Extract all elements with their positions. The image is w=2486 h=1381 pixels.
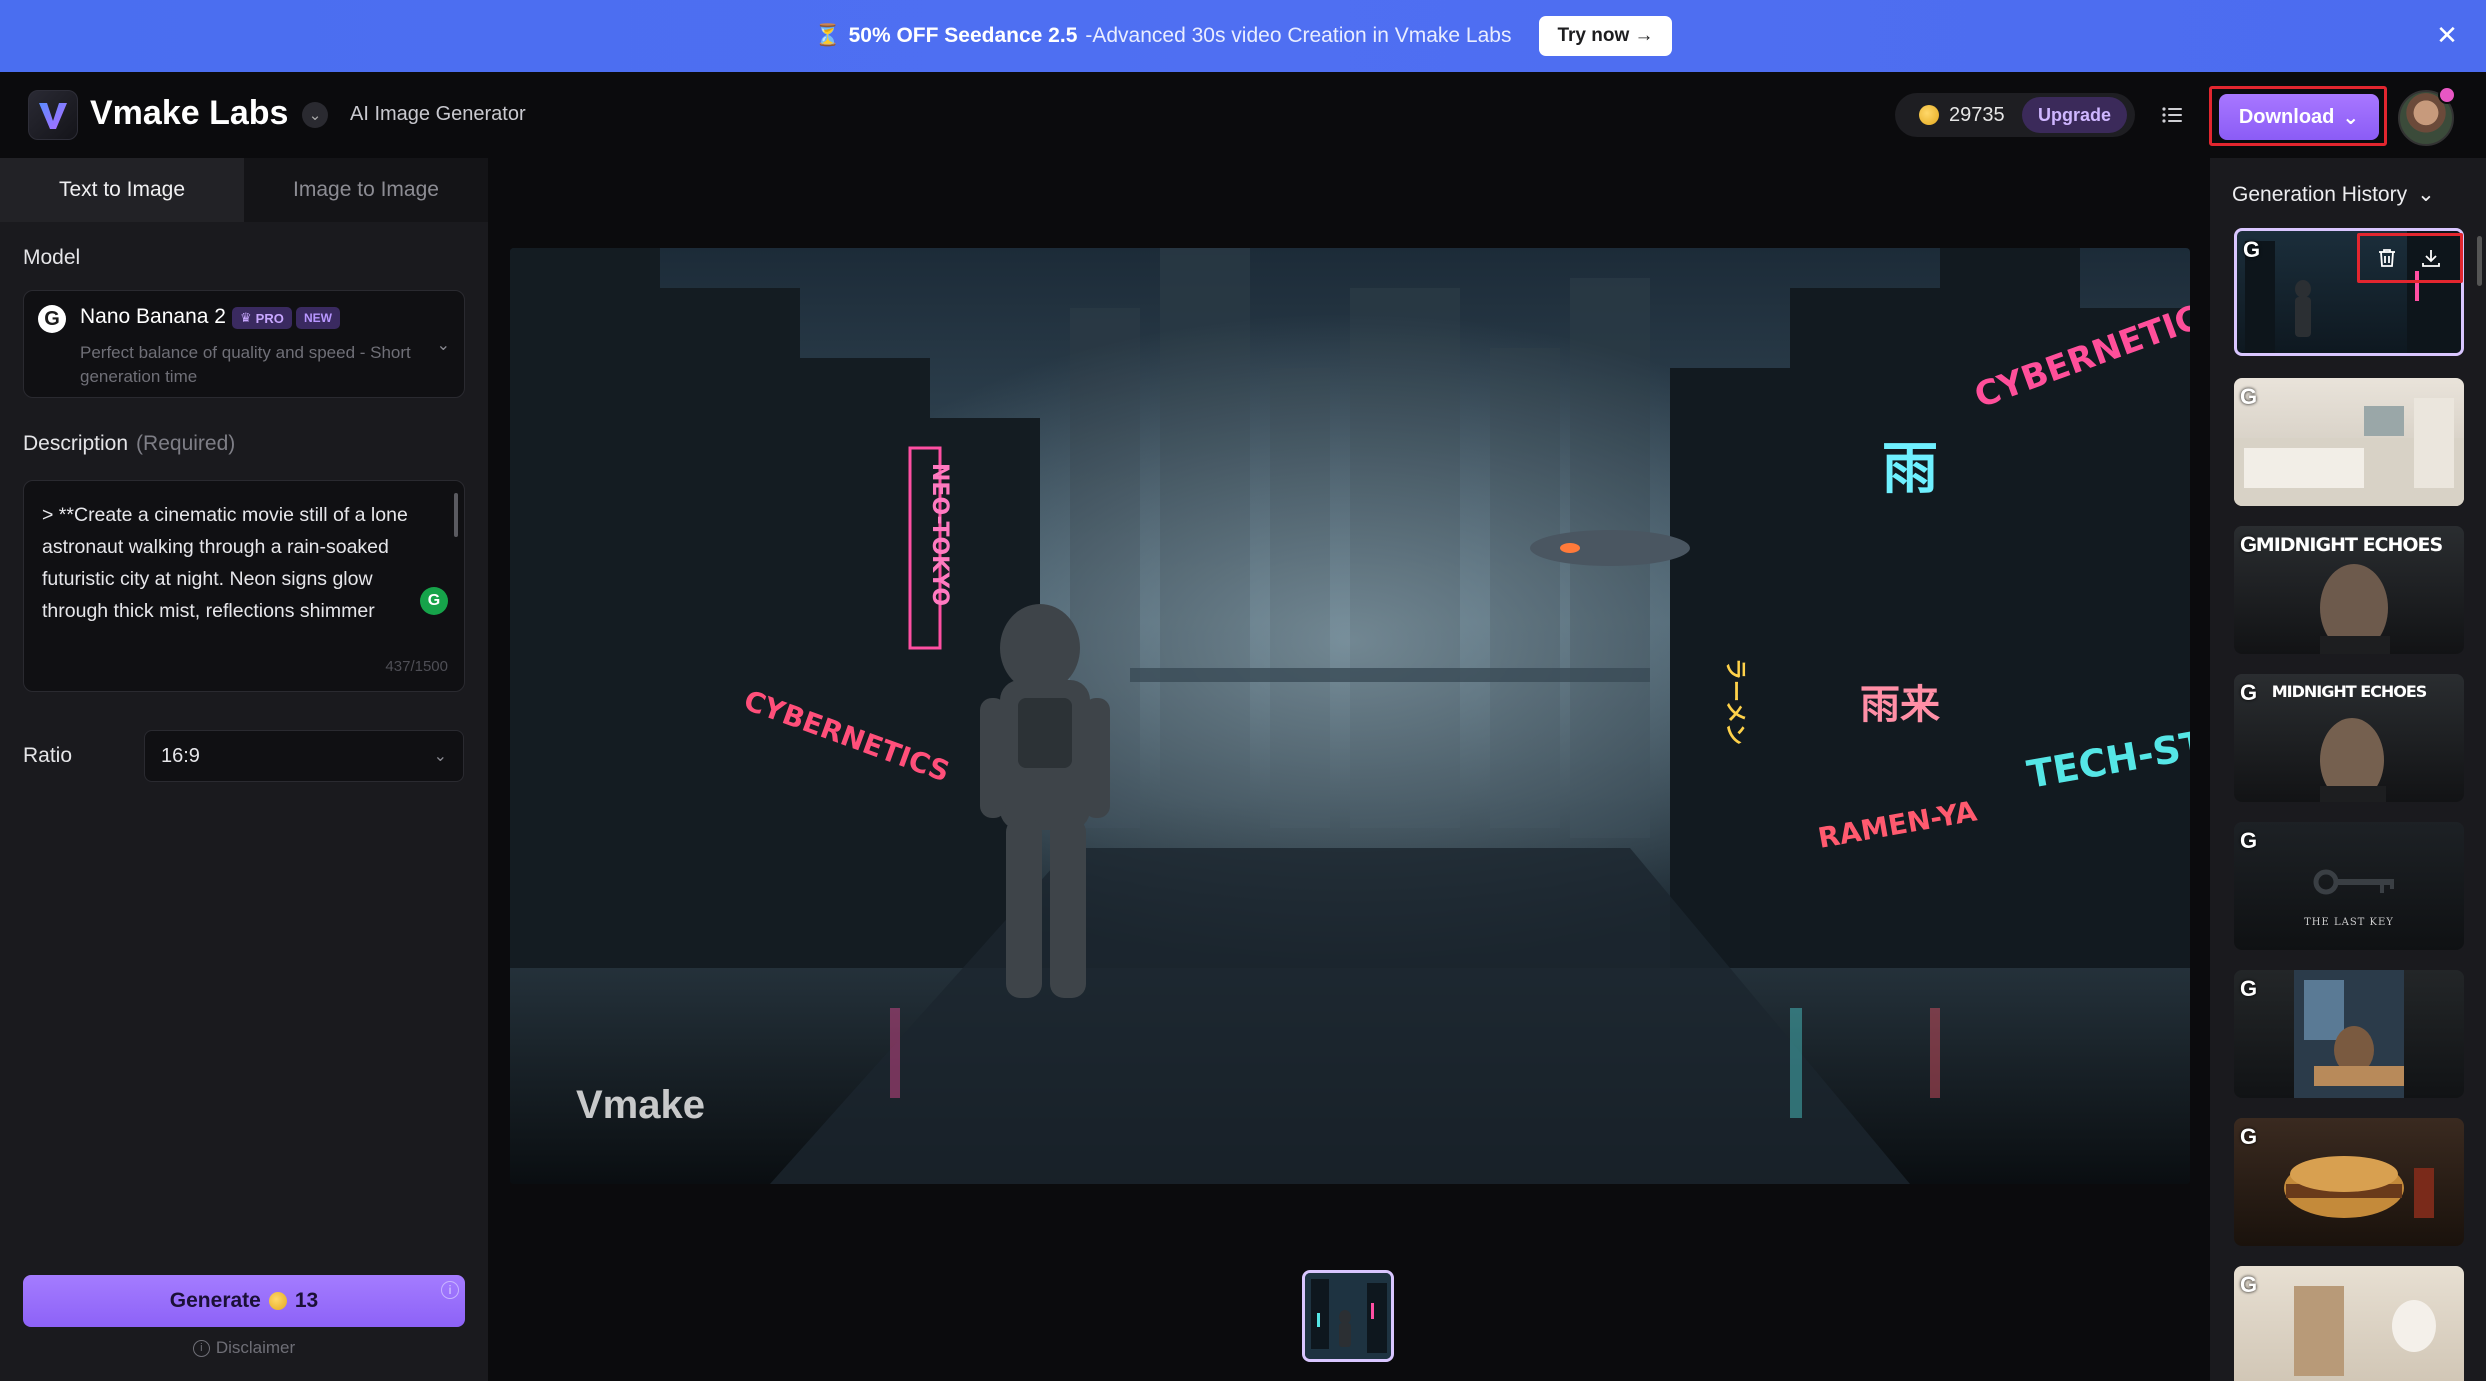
history-item[interactable]: G [2234,378,2464,506]
ratio-select[interactable]: 16:9 ⌄ [144,730,464,782]
promo-highlight: 50% OFF Seedance 2.5 [848,24,1078,47]
info-icon[interactable]: i [441,1281,459,1299]
cyberpunk-city-image: NEO-TOKYO CYBERNETICS CYBERNETICS TECH-S… [510,248,2190,1184]
history-scrollbar[interactable] [2477,236,2482,286]
model-name: Nano Banana 2 [80,305,226,328]
watermark: Vmake [576,1083,705,1127]
trash-icon[interactable] [2375,246,2399,270]
history-item[interactable]: G THE LAST KEY [2234,822,2464,950]
upgrade-button[interactable]: Upgrade [2021,97,2127,133]
thumbnail-image [1305,1273,1391,1359]
tab-image-to-image[interactable]: Image to Image [244,158,488,222]
promo-description: -Advanced 30s video Creation in Vmake La… [1085,24,1512,47]
chevron-down-icon: ⌄ [2417,183,2435,206]
history-item-title: MIDNIGHT ECHOES [2255,534,2443,556]
download-icon[interactable] [2419,246,2443,270]
generated-image[interactable]: NEO-TOKYO CYBERNETICS CYBERNETICS TECH-S… [510,248,2190,1184]
google-icon: G [38,305,66,333]
credits-value: 29735 [1949,103,2005,126]
history-actions-highlight-box [2357,233,2463,283]
brand-name[interactable]: Vmake Labs [90,94,288,133]
model-description: Perfect balance of quality and speed - S… [80,343,411,386]
history-item[interactable]: G MIDNIGHT ECHOES [2234,526,2464,654]
generate-label: Generate [169,1289,261,1312]
coin-icon [1919,105,1939,125]
history-item[interactable]: G [2234,970,2464,1098]
ratio-value: 16:9 [161,744,200,767]
tab-text-to-image[interactable]: Text to Image [0,158,244,222]
list-menu-icon[interactable] [2160,102,2186,128]
history-thumbnail [2284,1156,2434,1218]
google-icon: G [2240,828,2258,853]
neon-sign: NEO-TOKYO [927,463,952,606]
promo-text: ⏳ 50% OFF Seedance 2.5 -Advanced 30s vid… [814,24,1511,48]
coin-icon [268,1292,287,1310]
page-subtitle: AI Image Generator [350,103,526,125]
crown-icon: ♛ [240,310,252,325]
history-item-caption: THE LAST KEY [2304,917,2394,928]
try-now-button[interactable]: Try now → [1539,16,1672,56]
hourglass-icon: ⏳ [814,24,841,47]
chevron-down-icon: ⌄ [433,748,447,765]
neon-sign: ラーメン [1722,658,1747,745]
top-nav: Vmake Labs ⌄ AI Image Generator 29735 Up… [0,72,2486,158]
generation-history-panel: Generation History ⌄ G G G MIDNIGHT ECHOE… [2210,158,2486,1381]
history-item-title: MIDNIGHT ECHOES [2271,682,2428,701]
close-icon[interactable]: ✕ [2434,22,2460,48]
current-image-thumbnail[interactable] [1302,1270,1394,1362]
download-label: Download [2238,105,2335,128]
promo-banner: ⏳ 50% OFF Seedance 2.5 -Advanced 30s vid… [0,0,2486,72]
model-label: Model [23,246,81,269]
google-icon: G [2240,1124,2258,1149]
notification-dot [2438,86,2456,104]
character-count: 437/1500 [385,658,448,675]
google-icon: G [2240,1272,2258,1297]
model-selector[interactable]: G Nano Banana 2 ♛ PRO NEW Perfect balance… [23,290,465,398]
description-textarea[interactable]: > **Create a cinematic movie still of a … [23,480,465,692]
history-thumbnail [2294,970,2404,1098]
history-item[interactable]: G [2234,1118,2464,1246]
pro-badge: ♛ PRO [232,307,292,329]
neon-sign: 雨 [1882,437,1938,502]
chevron-down-icon[interactable]: ⌄ [302,102,328,128]
disclaimer-link[interactable]: i Disclaimer [0,1338,488,1358]
new-badge: NEW [296,307,340,329]
chevron-down-icon: ⌄ [2342,106,2360,129]
history-item[interactable]: G [2234,1266,2464,1381]
mode-tabs: Text to Image Image to Image [0,158,488,222]
info-icon: i [192,1339,210,1357]
history-item[interactable]: G MIDNIGHT ECHOES [2234,674,2464,802]
grammar-assistant-icon[interactable]: G [420,587,448,615]
vmake-logo-icon[interactable] [28,90,78,140]
google-icon: G [2243,237,2261,262]
credits-balance: 29735 Upgrade [1895,93,2135,137]
history-thumbnail [2234,398,2464,506]
history-thumbnail [2313,869,2394,895]
generate-button[interactable]: Generate 13 i [23,1275,465,1327]
generation-settings-panel: Text to Image Image to Image Model G Nan… [0,158,488,1381]
chevron-down-icon: ⌄ [436,337,450,354]
textarea-scrollbar[interactable] [454,493,458,537]
google-icon: G [2240,384,2258,409]
description-value[interactable]: > **Create a cinematic movie still of a … [42,499,432,627]
generation-history-header[interactable]: Generation History ⌄ [2232,182,2435,207]
download-button[interactable]: Download ⌄ [2219,94,2379,140]
neon-sign: 雨来 [1860,682,1940,728]
description-label: Description (Required) [23,432,236,455]
history-thumbnail [2294,1286,2436,1376]
generate-cost: 13 [294,1289,319,1312]
google-icon: G [2240,976,2258,1001]
ratio-label: Ratio [23,744,73,767]
